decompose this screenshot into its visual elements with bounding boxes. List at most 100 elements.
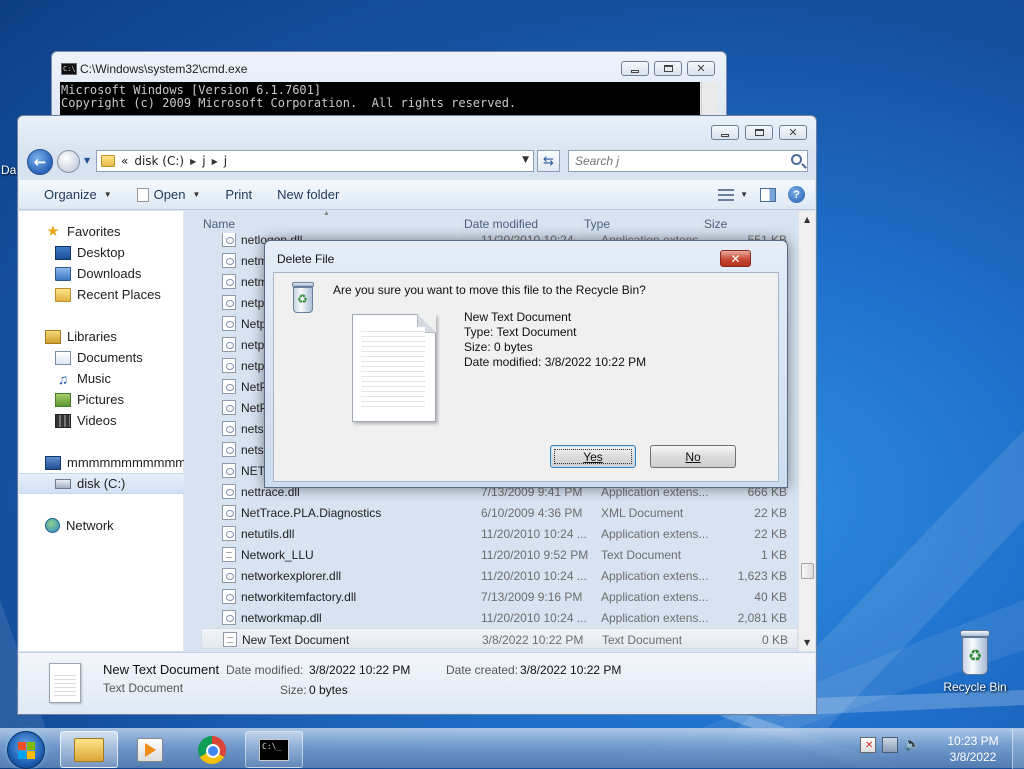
nav-label: Documents <box>77 350 143 365</box>
breadcrumb-drive[interactable]: disk (C:) <box>134 154 184 168</box>
refresh-icon: ⇆ <box>543 153 554 169</box>
desktop-recycle-bin[interactable]: Recycle Bin <box>940 630 1010 694</box>
taskbar-explorer-button[interactable] <box>60 731 118 768</box>
dialog-file-type: Type: Text Document <box>464 325 577 339</box>
cmd-icon: C:\ <box>61 63 77 75</box>
column-header-name[interactable]: Name <box>203 217 235 231</box>
nav-item-computer[interactable]: mmmmmmmmmmmn <box>19 452 184 473</box>
chevron-down-icon: ▼ <box>103 190 112 199</box>
cmd-minimize-button[interactable] <box>621 61 649 76</box>
address-dropdown-icon[interactable]: ▼ <box>522 155 529 165</box>
column-header-type[interactable]: Type <box>584 217 610 231</box>
file-type: Application extens... <box>601 611 709 625</box>
back-button[interactable]: ← <box>27 149 53 175</box>
recent-pages-dropdown[interactable]: ▼ <box>84 156 90 165</box>
table-row[interactable]: New Text Document 3/8/2022 10:22 PM Text D… <box>201 628 798 649</box>
show-desktop-button[interactable] <box>1012 729 1024 769</box>
table-row[interactable]: networkexplorer.dll 11/20/2010 10:24 ... A… <box>201 565 798 586</box>
details-date-created: 3/8/2022 10:22 PM <box>520 663 622 677</box>
column-header-size[interactable]: Size <box>704 217 727 231</box>
change-view-icon[interactable] <box>718 188 735 201</box>
nav-item-pictures[interactable]: Pictures <box>19 389 184 410</box>
file-icon <box>222 316 236 331</box>
volume-icon[interactable]: 🔈 <box>904 737 920 753</box>
taskbar-cmd-button[interactable]: C:\_ <box>245 731 303 768</box>
breadcrumb-arrow-icon[interactable]: ▶ <box>212 157 218 166</box>
file-icon <box>222 295 236 310</box>
nav-item-disk-c[interactable]: disk (C:) <box>19 473 184 494</box>
search-box[interactable] <box>568 150 808 172</box>
file-size: 22 KB <box>754 527 787 541</box>
no-button[interactable]: No <box>650 445 736 468</box>
scrollbar-thumb[interactable] <box>801 563 814 579</box>
music-icon: ♫ <box>57 370 69 387</box>
pictures-icon <box>55 392 71 407</box>
maximize-icon <box>663 65 673 72</box>
nav-item-desktop[interactable]: Desktop <box>19 242 184 263</box>
dialog-close-button[interactable]: ✕ <box>720 250 751 267</box>
table-row[interactable]: networkmap.dll 11/20/2010 10:24 ... Applic… <box>201 607 798 628</box>
view-dropdown-icon[interactable]: ▼ <box>740 190 748 199</box>
nav-item-favorites[interactable]: ★ Favorites <box>19 221 184 242</box>
preview-pane-icon[interactable] <box>760 187 776 202</box>
taskbar-clock[interactable]: 10:23 PM 3/8/2022 <box>938 733 1008 765</box>
dialog-file-info: New Text Document Type: Text Document Si… <box>464 310 646 370</box>
refresh-button[interactable]: ⇆ <box>537 150 560 172</box>
yes-button[interactable]: Yes <box>550 445 636 468</box>
dialog-file-size: Size: 0 bytes <box>464 340 533 354</box>
cmd-maximize-button[interactable] <box>654 61 682 76</box>
table-row[interactable]: netutils.dll 11/20/2010 10:24 ... Applicat… <box>201 523 798 544</box>
new-folder-button[interactable]: New folder <box>277 187 339 202</box>
nav-item-recent-places[interactable]: Recent Places <box>19 284 184 305</box>
breadcrumb-folder[interactable]: j <box>224 154 227 168</box>
nav-item-music[interactable]: ♫ Music <box>19 368 184 389</box>
address-bar[interactable]: « disk (C:) ▶ j ▶ j ▼ <box>96 150 534 172</box>
start-button[interactable] <box>7 731 45 769</box>
minimize-icon <box>721 134 729 137</box>
nav-item-network[interactable]: Network <box>19 515 184 536</box>
file-list-header: ▲ Name Date modified Type Size <box>203 210 798 239</box>
table-row[interactable]: Network_LLU 11/20/2010 9:52 PM Text Docume… <box>201 544 798 565</box>
nav-item-documents[interactable]: Documents <box>19 347 184 368</box>
nav-item-videos[interactable]: Videos <box>19 410 184 431</box>
open-button[interactable]: Open ▼ <box>136 187 200 202</box>
search-input[interactable] <box>573 152 783 170</box>
cmd-close-button[interactable]: ✕ <box>687 61 715 76</box>
file-icon <box>222 400 236 415</box>
network-icon <box>45 518 60 533</box>
breadcrumb-arrow-icon[interactable]: ▶ <box>190 157 196 166</box>
file-size: 1,623 KB <box>737 569 787 583</box>
nav-item-downloads[interactable]: Downloads <box>19 263 184 284</box>
column-header-date[interactable]: Date modified <box>464 217 538 231</box>
breadcrumb-overflow[interactable]: « <box>121 154 128 168</box>
action-center-icon[interactable] <box>860 737 876 753</box>
file-list-scrollbar[interactable]: ▲ ▼ <box>798 211 815 651</box>
table-row[interactable]: NetTrace.PLA.Diagnostics 6/10/2009 4:36 P… <box>201 502 798 523</box>
table-row[interactable]: networkitemfactory.dll 7/13/2009 9:16 PM A… <box>201 586 798 607</box>
organize-button[interactable]: Organize ▼ <box>44 187 112 202</box>
network-icon[interactable] <box>882 737 898 753</box>
delete-file-dialog[interactable]: Delete File ✕ Are you sure you want to m… <box>264 240 788 488</box>
file-icon <box>222 463 236 478</box>
file-icon <box>222 484 236 499</box>
details-file-type: Text Document <box>103 681 184 695</box>
file-name: networkmap.dll <box>241 611 322 625</box>
file-name: networkitemfactory.dll <box>241 590 357 604</box>
console-line: Copyright (c) 2009 Microsoft Corporation… <box>61 96 517 110</box>
file-date: 11/20/2010 10:24 ... <box>481 611 587 625</box>
nav-item-libraries[interactable]: Libraries <box>19 326 184 347</box>
details-date-modified-label: Date modified: <box>226 663 304 677</box>
explorer-maximize-button[interactable] <box>745 125 773 140</box>
forward-button[interactable] <box>57 150 80 173</box>
print-button[interactable]: Print <box>225 187 252 202</box>
explorer-minimize-button[interactable] <box>711 125 739 140</box>
help-icon[interactable]: ? <box>788 186 805 203</box>
scroll-down-icon[interactable]: ▼ <box>804 638 810 647</box>
taskbar-media-player-button[interactable] <box>121 731 179 768</box>
explorer-close-button[interactable]: ✕ <box>779 125 807 140</box>
close-icon: ✕ <box>696 62 706 75</box>
breadcrumb-folder[interactable]: j <box>202 154 205 168</box>
taskbar-chrome-button[interactable] <box>183 731 241 768</box>
scroll-up-icon[interactable]: ▲ <box>804 215 810 224</box>
search-icon[interactable] <box>791 154 802 165</box>
